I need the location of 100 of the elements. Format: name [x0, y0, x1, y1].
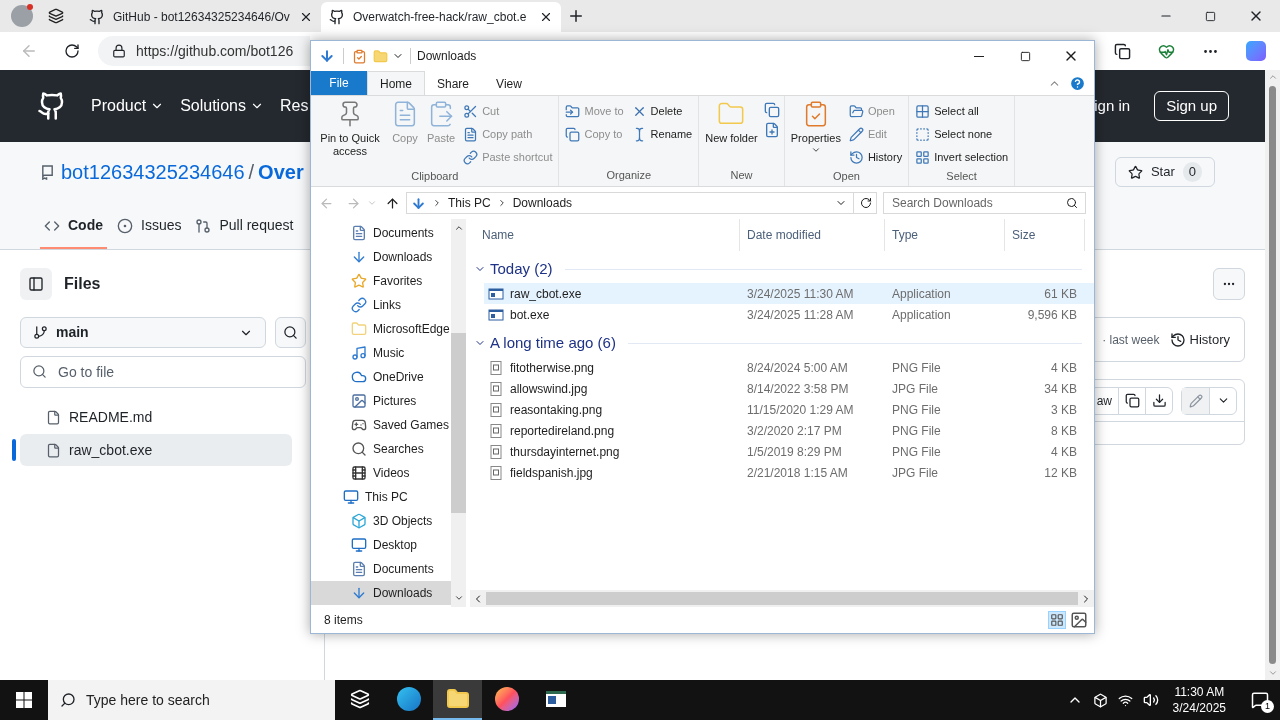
- history-button[interactable]: History: [1169, 329, 1230, 350]
- repo-owner-link[interactable]: bot12634325234646: [61, 157, 245, 187]
- repo-tab[interactable]: Pull request: [191, 211, 298, 249]
- scrollbar[interactable]: [451, 219, 466, 607]
- ribbon-button[interactable]: Properties: [788, 100, 843, 168]
- navigation-item[interactable]: 3D Objects: [311, 509, 451, 533]
- go-to-file-field[interactable]: Go to file: [20, 356, 306, 388]
- scrollbar[interactable]: [1265, 70, 1280, 680]
- navigation-item[interactable]: Downloads: [311, 245, 451, 269]
- file-row[interactable]: reportedireland.png 3/2/2020 2:17 PM PNG File 8 KB: [484, 420, 1094, 441]
- profile-avatar[interactable]: [11, 5, 33, 27]
- navigation-item[interactable]: Videos: [311, 461, 451, 485]
- close-icon[interactable]: [299, 10, 313, 24]
- file-row[interactable]: raw_cbot.exe 3/24/2025 11:30 AM Application 61 KB: [484, 283, 1094, 304]
- repo-tab[interactable]: Issues: [113, 211, 186, 249]
- nav-menu[interactable]: Res: [279, 94, 309, 118]
- group-header[interactable]: A long time ago (6): [490, 331, 616, 355]
- refresh-icon[interactable]: [64, 43, 80, 59]
- scroll-thumb[interactable]: [486, 592, 1078, 605]
- navigation-item[interactable]: This PC: [311, 485, 451, 509]
- repo-tab[interactable]: Code: [40, 211, 107, 249]
- ribbon-button[interactable]: Rename: [631, 123, 693, 145]
- device-icon[interactable]: [1092, 692, 1108, 708]
- nav-menu[interactable]: Product: [91, 94, 165, 118]
- breadcrumb[interactable]: This PC: [448, 194, 491, 212]
- file-row[interactable]: thursdayinternet.png 1/5/2019 8:29 PM PNG File 4 KB: [484, 441, 1094, 462]
- edit-button[interactable]: [1182, 387, 1209, 414]
- close-icon[interactable]: [539, 10, 553, 24]
- search-button[interactable]: [275, 317, 306, 348]
- file-row[interactable]: bot.exe 3/24/2025 11:28 AM Application 9,596 KB: [484, 304, 1094, 325]
- ribbon-button[interactable]: History: [848, 146, 903, 168]
- scroll-thumb[interactable]: [1269, 86, 1276, 664]
- file-row[interactable]: fitotherwise.png 8/24/2024 5:00 AM PNG File 4 KB: [484, 357, 1094, 378]
- collections-icon[interactable]: [1114, 42, 1131, 60]
- file-tree-item[interactable]: README.md: [20, 401, 292, 433]
- network-icon[interactable]: [1117, 692, 1133, 708]
- ribbon-button[interactable]: Delete: [631, 100, 693, 122]
- navigation-item[interactable]: Searches: [311, 437, 451, 461]
- column-header[interactable]: Name: [470, 219, 740, 251]
- horizontal-scrollbar[interactable]: [470, 590, 1094, 607]
- action-center-button[interactable]: 1: [1240, 680, 1280, 720]
- tab-actions-icon[interactable]: [48, 8, 64, 24]
- collapse-sidebar-button[interactable]: [20, 268, 52, 300]
- address-bar[interactable]: This PC Downloads: [406, 192, 877, 214]
- refresh-icon[interactable]: [860, 197, 872, 209]
- ribbon-tab[interactable]: Home: [367, 71, 425, 95]
- health-icon[interactable]: [1158, 42, 1175, 60]
- file-row[interactable]: allowswind.jpg 8/14/2022 3:58 PM JPG File 34 KB: [484, 378, 1094, 399]
- properties-icon[interactable]: [352, 48, 367, 64]
- scroll-down-icon[interactable]: [453, 593, 464, 603]
- navigation-item[interactable]: Downloads: [311, 581, 451, 605]
- clock[interactable]: 11:30 AM 3/24/2025: [1168, 684, 1230, 716]
- easy-access-icon[interactable]: [763, 122, 780, 138]
- scroll-up-icon[interactable]: [453, 223, 464, 233]
- group-header[interactable]: Today (2): [490, 257, 553, 281]
- sign-in-link[interactable]: ign in: [1094, 94, 1131, 118]
- column-header[interactable]: Date modified: [740, 219, 885, 251]
- new-item-icon[interactable]: [763, 102, 780, 118]
- breadcrumb[interactable]: Downloads: [512, 194, 573, 212]
- copilot-icon[interactable]: [1246, 41, 1266, 61]
- browser-tab[interactable]: Overwatch-free-hack/raw_cbot.e: [321, 2, 561, 32]
- up-icon[interactable]: [385, 195, 400, 211]
- file-row[interactable]: fieldspanish.jpg 2/21/2018 1:15 AM JPG File 12 KB: [484, 462, 1094, 483]
- taskbar-button[interactable]: [433, 680, 482, 720]
- branch-selector[interactable]: main: [20, 317, 266, 348]
- navigation-item[interactable]: MicrosoftEdge: [311, 317, 451, 341]
- navigation-item[interactable]: Saved Games: [311, 413, 451, 437]
- ribbon-button[interactable]: Select none: [915, 123, 1009, 145]
- address-field[interactable]: https://github.com/bot126: [98, 36, 310, 66]
- ribbon-button[interactable]: Invert selection: [915, 146, 1009, 168]
- ribbon-button[interactable]: Select all: [915, 100, 1009, 122]
- new-tab-icon[interactable]: [567, 7, 585, 25]
- star-button[interactable]: Star 0: [1114, 157, 1215, 187]
- ribbon-button[interactable]: Pin to Quick access: [315, 100, 385, 168]
- navigation-item[interactable]: Links: [311, 293, 451, 317]
- large-icons-view-icon[interactable]: [1070, 611, 1088, 629]
- volume-icon[interactable]: [1142, 692, 1159, 708]
- search-field[interactable]: Search Downloads: [883, 192, 1086, 214]
- ribbon-tab[interactable]: File: [311, 71, 367, 95]
- scroll-thumb[interactable]: [451, 333, 466, 513]
- navigation-item[interactable]: Documents: [311, 221, 451, 245]
- navigation-item[interactable]: Desktop: [311, 533, 451, 557]
- column-header[interactable]: Type: [885, 219, 1005, 251]
- nav-menu[interactable]: Solutions: [180, 94, 264, 118]
- browser-tab[interactable]: GitHub - bot12634325234646/Ov: [81, 2, 321, 32]
- ribbon-button[interactable]: New folder: [703, 100, 760, 167]
- ribbon-tab[interactable]: View: [481, 73, 537, 95]
- sign-up-button[interactable]: Sign up: [1154, 91, 1229, 121]
- navigation-item[interactable]: Favorites: [311, 269, 451, 293]
- file-row[interactable]: reasontaking.png 11/15/2020 1:29 AM PNG File 3 KB: [484, 399, 1094, 420]
- navigation-item[interactable]: Pictures: [311, 389, 451, 413]
- column-header[interactable]: Size: [1005, 219, 1085, 251]
- restore-icon[interactable]: [1205, 10, 1216, 22]
- navigation-item[interactable]: OneDrive: [311, 365, 451, 389]
- repo-name-link[interactable]: Over: [258, 157, 304, 187]
- file-tree-item[interactable]: raw_cbot.exe: [20, 434, 292, 466]
- taskbar-search-field[interactable]: Type here to search: [48, 680, 335, 720]
- navigation-item[interactable]: Music: [311, 341, 451, 365]
- navigation-item[interactable]: Documents: [311, 557, 451, 581]
- help-icon[interactable]: [1069, 75, 1086, 92]
